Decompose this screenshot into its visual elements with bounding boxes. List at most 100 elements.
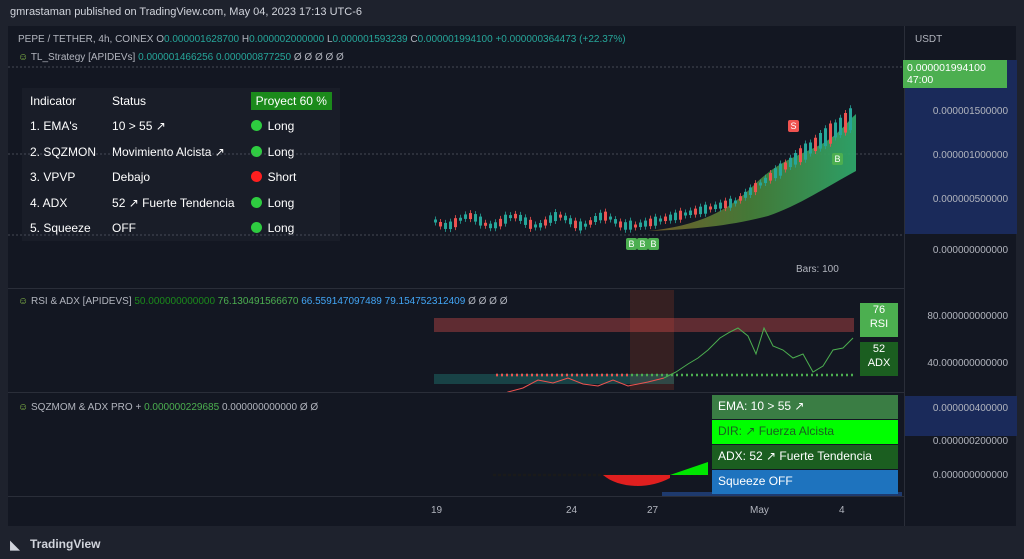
candle-body (819, 133, 822, 149)
adx-tag-value: 52 (872, 343, 886, 355)
currency-label: USDT (915, 34, 943, 45)
candle-body (624, 222, 627, 230)
candle-body (484, 222, 487, 226)
candle-body (559, 214, 562, 218)
last-price: 0.000001994100 (907, 62, 986, 74)
candle-body (834, 122, 837, 138)
candle-body (684, 212, 687, 216)
momentum-positive (670, 462, 708, 475)
candle-body (509, 215, 512, 219)
candle-body (464, 214, 467, 219)
candle-body (809, 142, 812, 154)
candle-body (519, 214, 522, 221)
buy-signal-badge: B (626, 238, 637, 250)
candle-body (634, 224, 637, 228)
candle-body (479, 216, 482, 226)
candle-body (799, 148, 802, 163)
candle-body (769, 173, 772, 181)
candle-body (539, 222, 542, 228)
candle-body (579, 221, 582, 231)
candle-body (574, 220, 577, 229)
candle-body (449, 221, 452, 230)
candle-body (499, 218, 502, 227)
time-tick: May (750, 505, 769, 516)
candle-body (704, 204, 707, 214)
adx-value-tag: 52 ADX (860, 342, 898, 376)
candle-body (849, 108, 852, 131)
sqz-tick: 0.000000400000 (932, 403, 1008, 414)
candle-body (839, 117, 842, 136)
candle-body (504, 214, 507, 224)
candle-body (699, 206, 702, 215)
candle-body (694, 208, 697, 215)
momentum-negative (603, 475, 670, 486)
time-axis-divider (8, 496, 904, 497)
rsi-plot[interactable] (8, 288, 904, 392)
candle-body (729, 198, 732, 208)
candle-body (569, 218, 572, 225)
candle-body (439, 221, 442, 227)
publish-info: gmrastaman published on TradingView.com,… (10, 6, 362, 18)
buy-signal-badge: B (832, 153, 843, 165)
rsi-value-tag: 76 RSI (860, 303, 898, 337)
candle-body (489, 223, 492, 229)
candle-body (674, 212, 677, 221)
sell-signal-badge: S (788, 120, 799, 132)
candle-body (469, 213, 472, 220)
candle-body (794, 153, 797, 165)
candle-body (714, 204, 717, 210)
candle-body (639, 222, 642, 228)
tradingview-brand: TradingView (30, 537, 101, 551)
candle-body (544, 219, 547, 226)
adx-tag-label: ADX (867, 357, 891, 369)
candle-body (664, 216, 667, 222)
bars-count: Bars: 100 (796, 264, 839, 275)
candle-body (534, 224, 537, 228)
candle-body (629, 220, 632, 230)
publish-header: gmrastaman published on TradingView.com,… (0, 0, 1024, 26)
candle-body (719, 202, 722, 209)
candle-body (599, 212, 602, 221)
candle-body (749, 187, 752, 195)
time-tick: 24 (566, 505, 578, 516)
price-axis[interactable]: USDT 0.000001500000 0.000001000000 0.000… (904, 26, 1017, 526)
candle-body (814, 137, 817, 152)
price-plot[interactable] (8, 26, 904, 288)
time-tick: 4 (839, 505, 845, 516)
sqz-tick: 0.000000000000 (932, 470, 1008, 481)
footer: ◣ TradingView (0, 528, 1024, 559)
candle-body (739, 196, 742, 201)
squeeze-info-box: Squeeze OFF (712, 470, 898, 494)
candle-body (754, 183, 757, 193)
candle-body (614, 219, 617, 224)
buy-signal-badge: B (637, 238, 648, 250)
candle-body (549, 215, 552, 223)
candle-body (779, 163, 782, 176)
rsi-tag-value: 76 (872, 304, 886, 316)
squeeze-info-text: Squeeze OFF (718, 474, 793, 488)
candle-body (734, 200, 737, 204)
candle-body (654, 216, 657, 226)
candle-body (494, 222, 497, 229)
price-tick: 0.000001000000 (932, 150, 1008, 161)
candle-body (584, 223, 587, 227)
candle-body (529, 219, 532, 229)
candle-body (764, 177, 767, 184)
candle-body (824, 128, 827, 147)
time-tick: 27 (647, 505, 659, 516)
candle-body (524, 217, 527, 225)
candle-body (844, 113, 847, 133)
last-price-tag: 0.000001994100 47:00 (903, 60, 1007, 88)
ema-info-text: EMA: 10 > 55 ↗ (718, 399, 805, 413)
price-tick: 0.000001500000 (932, 106, 1008, 117)
candle-body (444, 222, 447, 229)
chart-area[interactable]: PEPE / TETHER, 4h, COINEX O0.00000162870… (8, 26, 1017, 526)
candle-body (804, 143, 807, 160)
candle-body (784, 162, 787, 170)
candle-body (474, 214, 477, 222)
adx-info-text: ADX: 52 ↗ Fuerte Tendencia (718, 449, 872, 463)
price-tick: 0.000000000000 (932, 245, 1008, 256)
candle-body (789, 157, 792, 168)
adx-info-box: ADX: 52 ↗ Fuerte Tendencia (712, 445, 898, 469)
bar-countdown: 47:00 (907, 74, 934, 86)
